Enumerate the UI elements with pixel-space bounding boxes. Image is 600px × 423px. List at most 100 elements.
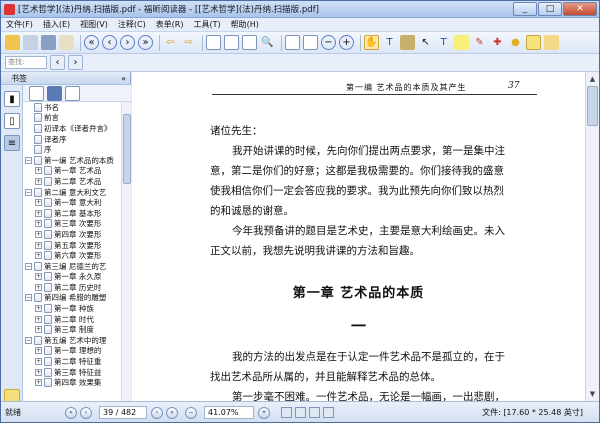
pen-icon[interactable]: ✎ bbox=[472, 35, 487, 50]
bookmark-item[interactable]: 译者序 bbox=[23, 134, 121, 145]
bookmark-item[interactable]: + 第一章 艺术品 bbox=[23, 166, 121, 177]
bookmark-item[interactable]: − 第四编 希腊的雕塑 bbox=[23, 293, 121, 304]
bookmark-item[interactable]: − 第二编 意大利文艺 bbox=[23, 187, 121, 198]
lightbulb-icon[interactable]: ● bbox=[508, 35, 523, 50]
bookmark-item[interactable]: 前言 bbox=[23, 113, 121, 124]
typewriter-icon[interactable]: T bbox=[436, 35, 451, 50]
bookmark-new-icon[interactable] bbox=[29, 85, 44, 101]
bookmark-item[interactable]: + 第二章 艺术品 bbox=[23, 176, 121, 187]
page-input[interactable]: 39 / 482 bbox=[99, 406, 147, 419]
collapse-icon[interactable]: − bbox=[25, 262, 32, 270]
expand-icon[interactable]: + bbox=[35, 252, 42, 260]
expand-icon[interactable]: + bbox=[35, 305, 42, 313]
bookmark-item[interactable]: − 第一编 艺术品的本质 bbox=[23, 155, 121, 166]
last-page-icon[interactable]: » bbox=[138, 35, 153, 50]
fit-page-icon[interactable] bbox=[285, 35, 300, 50]
select-icon[interactable]: ↖ bbox=[418, 35, 433, 50]
find-next-icon[interactable]: › bbox=[68, 55, 83, 70]
bookmark-item[interactable]: + 第五章 次要形 bbox=[23, 240, 121, 251]
minimize-button[interactable]: _ bbox=[513, 2, 537, 16]
expand-icon[interactable]: + bbox=[35, 220, 42, 228]
continuous-view-icon[interactable] bbox=[295, 407, 306, 418]
document-scrollbar-thumb[interactable] bbox=[587, 86, 598, 126]
bookmark-item[interactable]: + 第三章 特征益 bbox=[23, 367, 121, 378]
email-icon[interactable] bbox=[59, 35, 74, 50]
continuous-facing-view-icon[interactable] bbox=[323, 407, 334, 418]
expand-icon[interactable]: + bbox=[35, 177, 42, 185]
bookmark-item[interactable]: + 第三章 制度 bbox=[23, 324, 121, 335]
next-page-icon[interactable]: › bbox=[120, 35, 135, 50]
next-page-button[interactable]: › bbox=[151, 406, 163, 419]
highlight-icon[interactable] bbox=[454, 35, 469, 50]
forward-icon[interactable]: ⇨ bbox=[181, 35, 196, 50]
document-view[interactable]: 第一编 艺术品的本质及其产生 37 诸位先生： 我开始讲课的时候，先向你们提出两… bbox=[132, 72, 585, 401]
maximize-button[interactable]: □ bbox=[538, 2, 562, 16]
menu-comment[interactable]: 注释(C) bbox=[113, 19, 151, 30]
bookmark-scrollbar-thumb[interactable] bbox=[123, 114, 131, 184]
bookmark-expand-icon[interactable] bbox=[65, 85, 80, 101]
collapse-panel-button[interactable]: « bbox=[121, 74, 126, 83]
menu-form[interactable]: 表单(R) bbox=[151, 19, 189, 30]
bookmark-item[interactable]: + 第二章 基本形 bbox=[23, 208, 121, 219]
expand-icon[interactable]: + bbox=[35, 358, 42, 366]
document-scrollbar[interactable]: ▲ ▼ bbox=[585, 72, 599, 401]
single-page-icon[interactable] bbox=[206, 35, 221, 50]
menu-file[interactable]: 文件(F) bbox=[1, 19, 38, 30]
expand-icon[interactable]: + bbox=[35, 347, 42, 355]
zoom-input[interactable]: 41.07% bbox=[204, 406, 254, 419]
bookmark-item[interactable]: + 第一章 理想的 bbox=[23, 346, 121, 357]
bookmark-item[interactable]: − 第五编 艺术中的理 bbox=[23, 335, 121, 346]
bookmark-item[interactable]: + 第二章 特征重 bbox=[23, 356, 121, 367]
expand-icon[interactable]: + bbox=[35, 167, 42, 175]
zoom-in-icon[interactable]: + bbox=[339, 35, 354, 50]
prev-page-icon[interactable]: ‹ bbox=[102, 35, 117, 50]
fit-width-icon[interactable] bbox=[303, 35, 318, 50]
expand-icon[interactable]: + bbox=[35, 368, 42, 376]
expand-icon[interactable]: + bbox=[35, 273, 42, 281]
bookmark-delete-icon[interactable] bbox=[47, 85, 62, 101]
bookmark-item[interactable]: + 第四章 次要形 bbox=[23, 229, 121, 240]
zoom-in-button[interactable]: + bbox=[258, 406, 270, 419]
expand-icon[interactable]: + bbox=[35, 326, 42, 334]
zoom-out-icon[interactable]: − bbox=[321, 35, 336, 50]
bookmark-item[interactable]: 书名 bbox=[23, 102, 121, 113]
last-page-button[interactable]: » bbox=[166, 406, 178, 419]
title-bar[interactable]: [艺术哲学](法)丹纳.扫描版.pdf - 福昕阅读器 - [[艺术哲学](法)… bbox=[1, 1, 599, 18]
expand-icon[interactable]: + bbox=[35, 379, 42, 387]
single-page-view-icon[interactable] bbox=[281, 407, 292, 418]
first-page-icon[interactable]: « bbox=[84, 35, 99, 50]
open-folder-icon[interactable] bbox=[5, 35, 20, 50]
facing-page-icon[interactable] bbox=[242, 35, 257, 50]
bookmark-item[interactable]: 初译本《译者弁言》 bbox=[23, 123, 121, 134]
collapse-icon[interactable]: − bbox=[25, 294, 32, 302]
select-text-icon[interactable]: T bbox=[382, 35, 397, 50]
back-icon[interactable]: ⇦ bbox=[163, 35, 178, 50]
bookmarks-tab-icon[interactable]: ▮ bbox=[4, 91, 20, 107]
menu-insert[interactable]: 插入(E) bbox=[38, 19, 75, 30]
find-prev-icon[interactable]: ‹ bbox=[50, 55, 65, 70]
continuous-page-icon[interactable] bbox=[224, 35, 239, 50]
menu-help[interactable]: 帮助(H) bbox=[226, 19, 264, 30]
collapse-icon[interactable]: − bbox=[25, 156, 32, 164]
first-page-button[interactable]: « bbox=[65, 406, 77, 419]
collapse-icon[interactable]: − bbox=[25, 188, 32, 196]
expand-icon[interactable]: + bbox=[35, 230, 42, 238]
bookmark-item[interactable]: + 第四章 效果集 bbox=[23, 377, 121, 388]
menu-view[interactable]: 视图(V) bbox=[75, 19, 113, 30]
bookmark-item[interactable]: + 第三章 次要形 bbox=[23, 219, 121, 230]
bookmark-item[interactable]: + 第二章 时代 bbox=[23, 314, 121, 325]
bookmark-item[interactable]: + 第二章 历史时 bbox=[23, 282, 121, 293]
facing-view-icon[interactable] bbox=[309, 407, 320, 418]
expand-icon[interactable]: + bbox=[35, 315, 42, 323]
search-input[interactable]: 查找: bbox=[5, 56, 47, 69]
expand-icon[interactable]: + bbox=[35, 241, 42, 249]
close-button[interactable]: ✕ bbox=[563, 2, 597, 16]
comment-icon[interactable] bbox=[526, 35, 541, 50]
zoom-out-button[interactable]: − bbox=[185, 406, 197, 419]
expand-icon[interactable]: + bbox=[35, 209, 42, 217]
scroll-down-icon[interactable]: ▼ bbox=[586, 387, 599, 400]
hand-tool-icon[interactable]: ✋ bbox=[364, 35, 379, 50]
bookmark-scrollbar[interactable] bbox=[121, 102, 131, 401]
bookmark-item[interactable]: 序 bbox=[23, 144, 121, 155]
menu-tools[interactable]: 工具(T) bbox=[189, 19, 226, 30]
